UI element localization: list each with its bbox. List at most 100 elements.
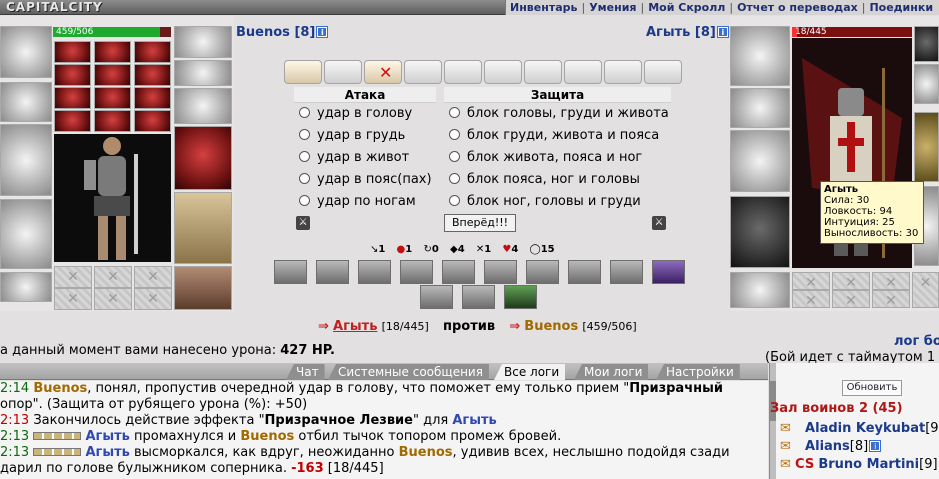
skill-3[interactable] [358,260,391,284]
rune-slot[interactable] [174,60,232,86]
tab-all-logs[interactable]: Все логи [494,364,566,380]
empty-slot-3[interactable] [134,266,172,288]
armor-bracer-slot[interactable] [0,82,52,122]
empty-slot-7[interactable] [912,272,939,308]
private-message-icon[interactable]: ✉ [780,457,791,472]
skill-1[interactable] [274,260,307,284]
amulet-slot-1[interactable] [54,64,91,86]
empty-slot-3[interactable] [872,272,910,290]
radio-button[interactable] [299,107,310,118]
bracer-slot[interactable] [730,88,790,128]
empty-slot-1[interactable] [792,272,830,290]
go-button[interactable]: Вперёд!!! [444,214,516,232]
skill-7[interactable] [526,260,559,284]
right-top-slot[interactable] [914,26,939,62]
empty-slot-2[interactable] [832,272,870,290]
left-character-figure[interactable] [54,134,171,262]
boots-slot[interactable] [174,266,232,310]
armor-slot[interactable] [0,199,52,269]
menu-inventory[interactable]: Инвентарь [506,1,581,14]
potion-slot-4[interactable] [54,110,91,132]
skill-10[interactable] [652,260,685,284]
right-shield-slot[interactable] [914,112,939,182]
scroll-slot-4[interactable] [404,60,442,84]
member-row[interactable]: ✉ Alians[8] i [780,439,882,454]
helmet-slot[interactable] [730,26,790,86]
radio-button[interactable] [449,195,460,206]
scroll-slot-7[interactable] [524,60,562,84]
skill-12[interactable] [462,285,495,309]
radio-button[interactable] [299,195,310,206]
helmet-slot[interactable] [0,26,52,78]
tab-system-messages[interactable]: Системные сообщения [328,364,489,380]
scroll-slot-8[interactable] [564,60,602,84]
menu-skills[interactable]: Умения [585,1,640,14]
defense-option-3[interactable]: блок живота, пояса и ног [444,147,671,169]
radio-button[interactable] [449,107,460,118]
radio-button[interactable] [299,151,310,162]
defense-option-1[interactable]: блок головы, груди и живота [444,103,671,125]
empty-slot-6[interactable] [872,290,910,308]
right-strategy-icon[interactable]: ⚔ [652,216,666,230]
left-player-name[interactable]: Buenos [8] i [236,25,329,40]
defense-option-2[interactable]: блок груди, живота и пояса [444,125,671,147]
info-icon[interactable]: i [869,440,882,452]
skill-11[interactable] [420,285,453,309]
radio-button[interactable] [299,173,310,184]
empty-slot-4[interactable] [54,288,92,310]
empty-slot-5[interactable] [832,290,870,308]
scroll-slot-2[interactable] [324,60,362,84]
attack-option-head[interactable]: удар в голову [294,103,436,125]
armor-slot[interactable] [730,196,790,268]
radio-button[interactable] [449,151,460,162]
skill-5[interactable] [442,260,475,284]
empty-slot-5[interactable] [94,288,132,310]
menu-my-scroll[interactable]: Мой Скролл [644,1,729,14]
tab-settings[interactable]: Настройки [656,364,740,380]
scroll-slot-3[interactable]: ✕ [364,60,402,84]
refresh-button[interactable]: Обновить [842,380,902,396]
empty-slot-4[interactable] [792,290,830,308]
potion-slot-3[interactable] [134,87,171,109]
member-row[interactable]: ✉ Aladin Keykubat[9] [780,421,939,436]
skill-4[interactable] [400,260,433,284]
empty-slot-2[interactable] [94,266,132,288]
skill-2[interactable] [316,260,349,284]
ring-slot-2[interactable] [94,41,131,63]
tab-my-logs[interactable]: Мои логи [574,364,649,380]
info-icon[interactable]: i [316,26,329,38]
battle-log-link[interactable]: лог бо [894,334,939,349]
skill-8[interactable] [568,260,601,284]
gauntlets-slot[interactable] [174,88,232,124]
scroll-slot-6[interactable] [484,60,522,84]
skill-6[interactable] [484,260,517,284]
right-mid-slot[interactable] [914,64,939,104]
ring-slot-1[interactable] [54,41,91,63]
scroll-slot-1[interactable] [284,60,322,84]
empty-slot-1[interactable] [54,266,92,288]
defense-option-5[interactable]: блок ног, головы и груди [444,191,671,213]
private-message-icon[interactable]: ✉ [780,421,791,436]
attack-option-belly[interactable]: удар в живот [294,147,436,169]
potion-slot-1[interactable] [54,87,91,109]
member-row[interactable]: ✉ CS Bruno Martini[9] [780,457,938,472]
left-strategy-icon[interactable]: ⚔ [296,216,310,230]
defense-option-4[interactable]: блок пояса, ног и головы [444,169,671,191]
private-message-icon[interactable]: ✉ [780,439,791,454]
skill-13[interactable] [504,285,537,309]
info-icon[interactable]: i [716,26,729,38]
shield-slot[interactable] [174,126,232,190]
weapon-slot[interactable] [0,124,52,196]
skill-9[interactable] [610,260,643,284]
attack-option-chest[interactable]: удар в грудь [294,125,436,147]
potion-slot-5[interactable] [94,110,131,132]
ring-slot-3[interactable] [134,41,171,63]
empty-slot-6[interactable] [134,288,172,310]
scroll-slot-5[interactable] [444,60,482,84]
scroll-slot-10[interactable] [644,60,682,84]
self-name-link[interactable]: Buenos [524,319,578,334]
amulet-slot-3[interactable] [134,64,171,86]
potion-slot-6[interactable] [134,110,171,132]
radio-button[interactable] [299,129,310,140]
belt-slot[interactable] [0,272,52,302]
